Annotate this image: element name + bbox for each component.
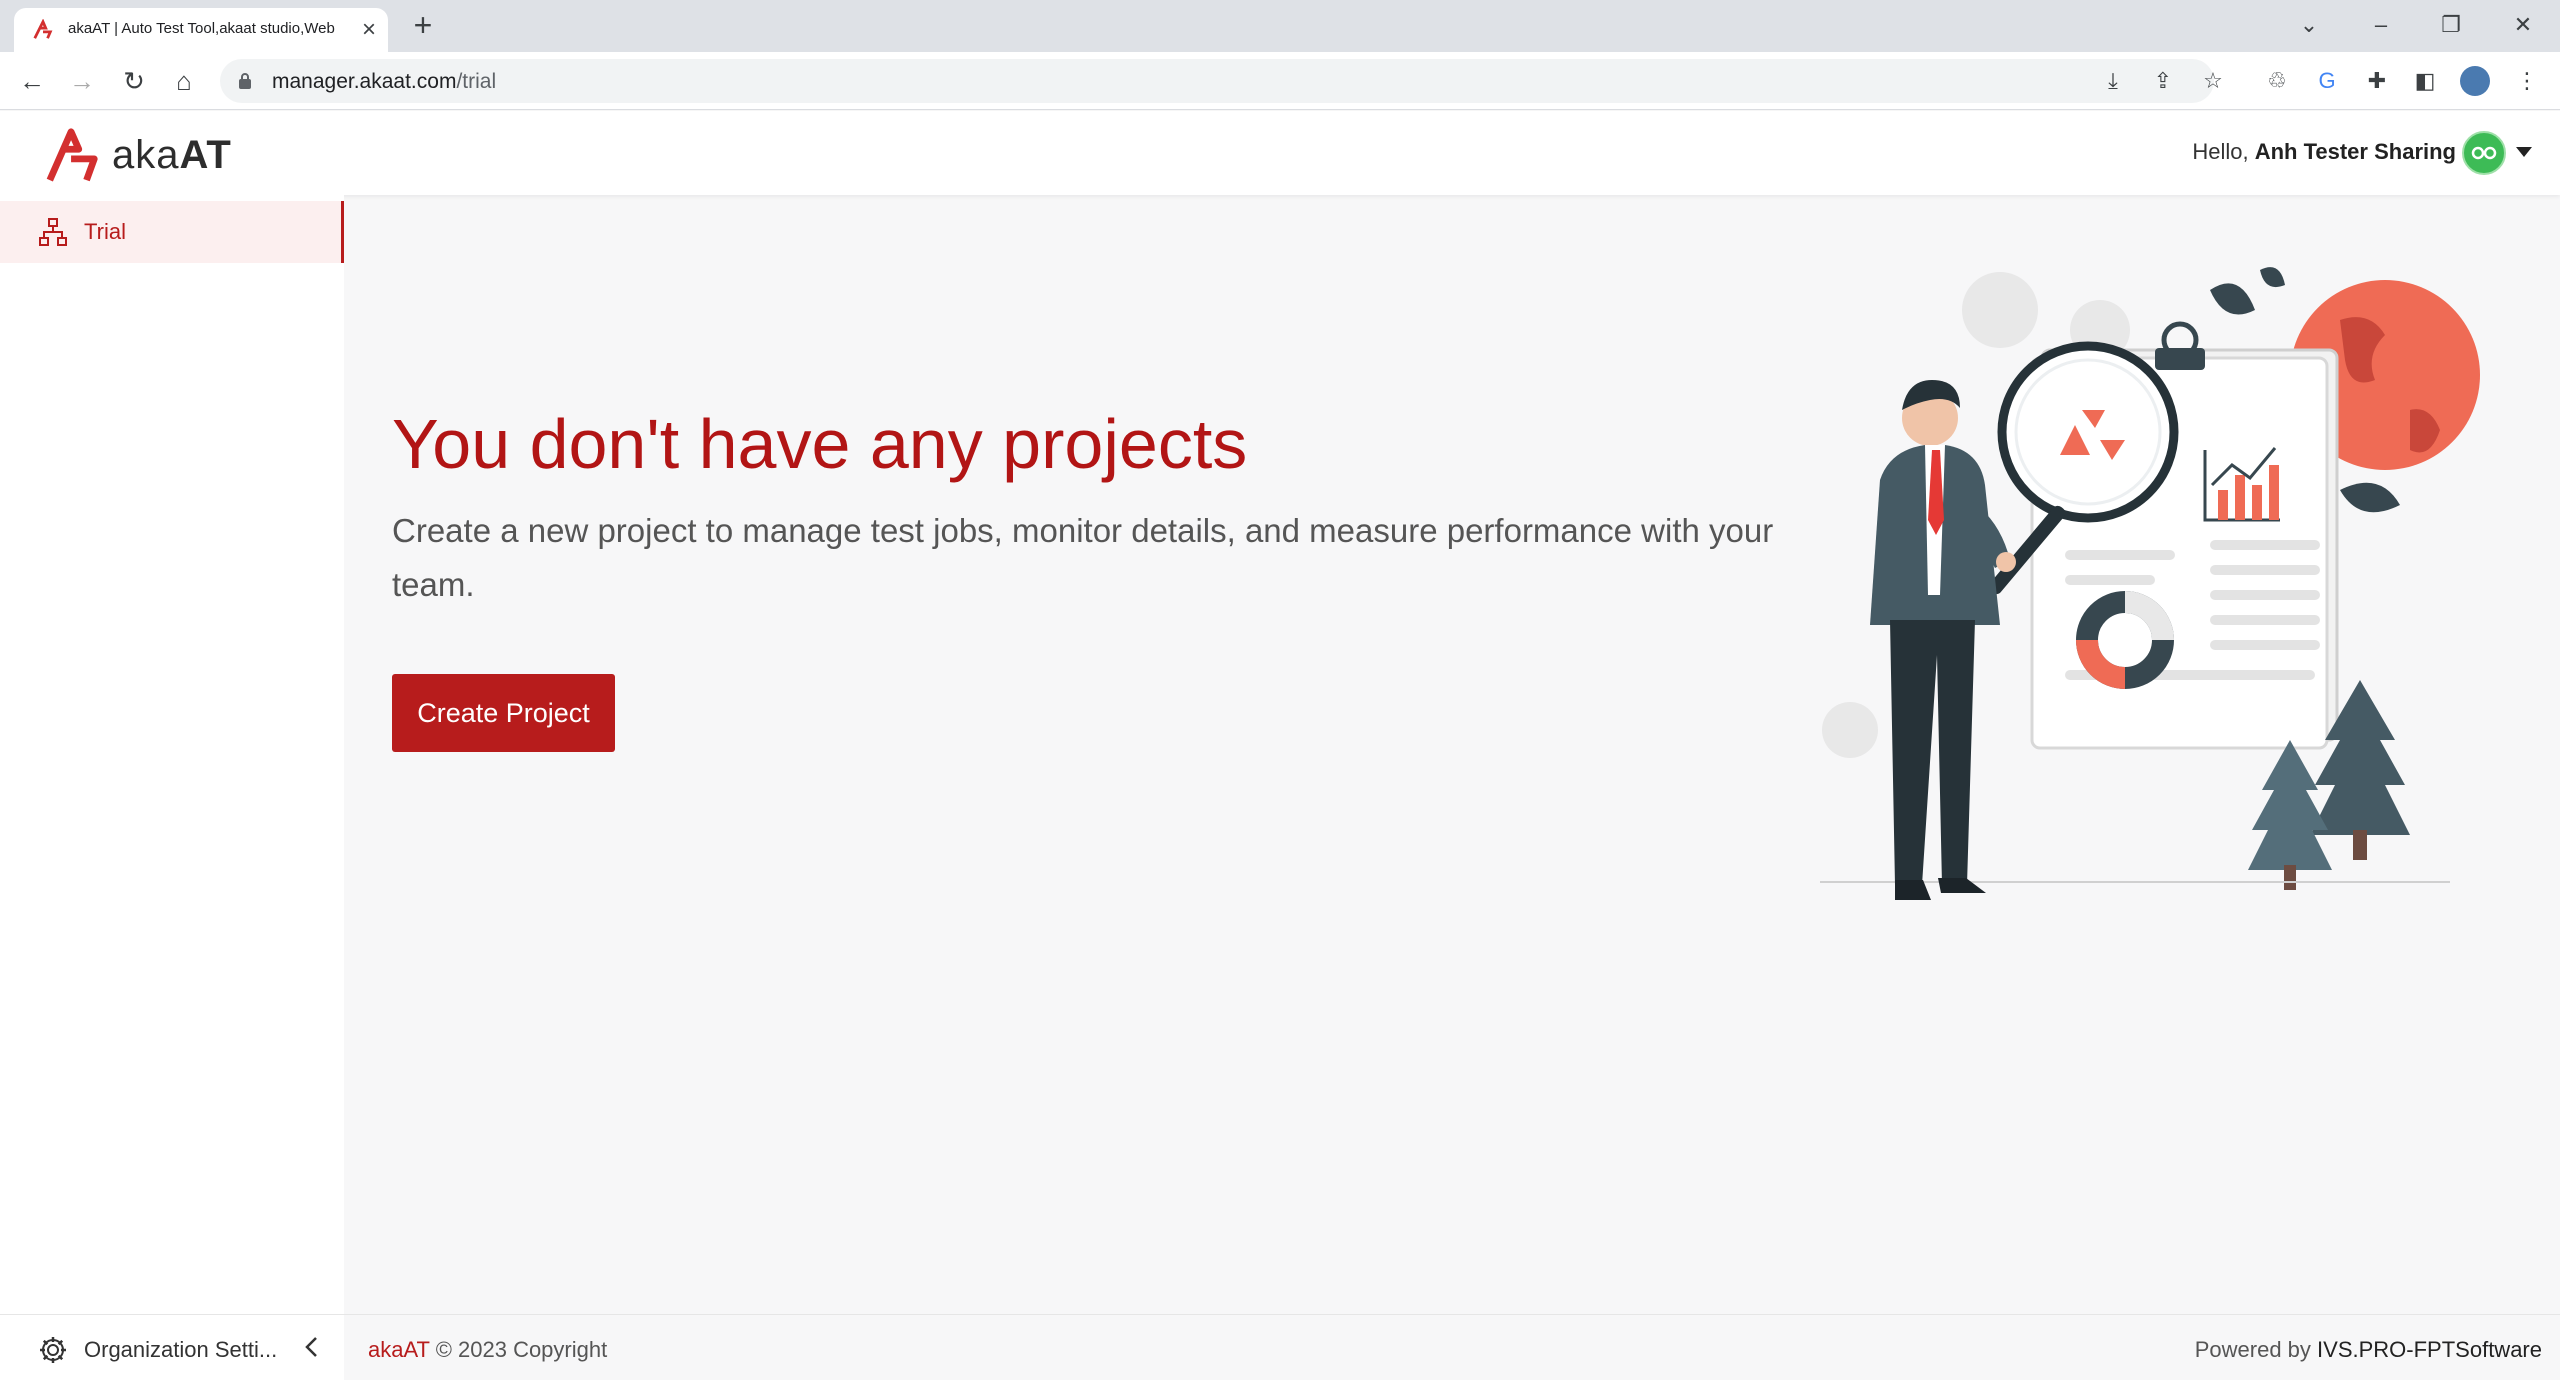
share-icon[interactable]: ⇪ bbox=[2148, 66, 2178, 96]
greeting-prefix: Hello, bbox=[2192, 139, 2249, 164]
window-close-icon[interactable]: ✕ bbox=[2508, 10, 2538, 40]
copyright-text: akaAT © 2023 Copyright bbox=[368, 1337, 607, 1363]
url-path: /trial bbox=[456, 70, 497, 93]
powered-by-text: Powered by IVS.PRO-FPTSoftware bbox=[2195, 1337, 2542, 1363]
logo-text: akaAT bbox=[112, 133, 232, 178]
recycle-extension-icon[interactable]: ♲ bbox=[2262, 66, 2292, 96]
sidebar-item-trial[interactable]: Trial bbox=[0, 201, 344, 263]
user-menu-caret-icon[interactable] bbox=[2516, 147, 2532, 157]
gear-icon[interactable] bbox=[38, 1335, 68, 1365]
empty-state-illustration bbox=[1820, 267, 2480, 900]
page-description: Create a new project to manage test jobs… bbox=[392, 512, 1774, 603]
address-bar[interactable]: manager.akaat.com/trial bbox=[220, 59, 2214, 103]
browser-tab[interactable]: akaAT | Auto Test Tool,akaat studio,Web … bbox=[14, 8, 388, 52]
app-header: akaAT Hello, Anh Tester Sharing bbox=[0, 111, 2560, 195]
home-icon[interactable]: ⌂ bbox=[168, 65, 200, 97]
user-avatar[interactable] bbox=[2462, 131, 2506, 175]
new-tab-icon[interactable]: + bbox=[408, 9, 438, 41]
back-icon[interactable]: ← bbox=[16, 65, 48, 97]
logo-text-aka: aka bbox=[112, 132, 180, 177]
create-project-button[interactable]: Create Project bbox=[392, 674, 615, 752]
tab-title: akaAT | Auto Test Tool,akaat studio,Web bbox=[68, 20, 335, 37]
leaf-icon bbox=[2210, 283, 2255, 315]
akaat-logo[interactable]: akaAT bbox=[44, 125, 232, 185]
forward-icon[interactable]: → bbox=[66, 65, 98, 97]
sidebar-footer: Organization Setti... bbox=[0, 1314, 344, 1380]
chevron-left-icon[interactable] bbox=[300, 1335, 324, 1359]
businessman-icon bbox=[1870, 380, 2016, 900]
akaat-favicon-icon bbox=[33, 19, 53, 39]
page-footer: akaAT © 2023 Copyright Powered by IVS.PR… bbox=[344, 1314, 2560, 1380]
logo-text-at: AT bbox=[179, 132, 232, 177]
tab-close-icon[interactable]: × bbox=[356, 17, 382, 43]
browser-tab-bar: akaAT | Auto Test Tool,akaat studio,Web … bbox=[0, 0, 2560, 52]
install-app-icon[interactable]: ⤓ bbox=[2098, 66, 2128, 96]
extensions-puzzle-icon[interactable]: ✚ bbox=[2362, 66, 2392, 96]
translate-extension-icon[interactable]: G bbox=[2312, 66, 2342, 96]
reload-icon[interactable]: ↻ bbox=[118, 65, 150, 97]
side-panel-icon[interactable]: ◧ bbox=[2410, 66, 2440, 96]
browser-menu-icon[interactable]: ⋮ bbox=[2512, 66, 2542, 96]
organization-settings-link[interactable]: Organization Setti... bbox=[84, 1337, 277, 1363]
copyright-label: © 2023 Copyright bbox=[435, 1337, 608, 1362]
user-name[interactable]: Anh Tester Sharing bbox=[2255, 139, 2456, 164]
lock-icon bbox=[239, 73, 251, 89]
url-text: manager.akaat.com/trial bbox=[272, 70, 496, 94]
footer-brand-link[interactable]: akaAT bbox=[368, 1337, 430, 1362]
powered-by-org: IVS.PRO-FPTSoftware bbox=[2317, 1337, 2542, 1362]
akaat-logo-mark-icon bbox=[46, 128, 98, 182]
url-host: manager.akaat.com bbox=[272, 70, 457, 93]
bookmark-star-icon[interactable]: ☆ bbox=[2198, 66, 2228, 96]
sidebar: Trial bbox=[0, 195, 344, 1314]
user-greeting: Hello, Anh Tester Sharing bbox=[2192, 139, 2456, 165]
sitemap-icon bbox=[39, 218, 67, 246]
sidebar-item-label: Trial bbox=[84, 219, 126, 244]
minimize-icon[interactable]: – bbox=[2366, 10, 2396, 40]
user-avatar-face-icon bbox=[2471, 146, 2497, 160]
browser-toolbar: ← → ↻ ⌂ manager.akaat.com/trial ⤓ ⇪ ☆ ♲ … bbox=[0, 52, 2560, 110]
tab-search-chevron-icon[interactable]: ⌄ bbox=[2294, 10, 2324, 40]
powered-by-prefix: Powered by bbox=[2194, 1337, 2311, 1362]
page-title: You don't have any projects bbox=[392, 405, 1248, 483]
restore-icon[interactable]: ❐ bbox=[2436, 10, 2466, 40]
profile-avatar[interactable] bbox=[2460, 66, 2490, 96]
